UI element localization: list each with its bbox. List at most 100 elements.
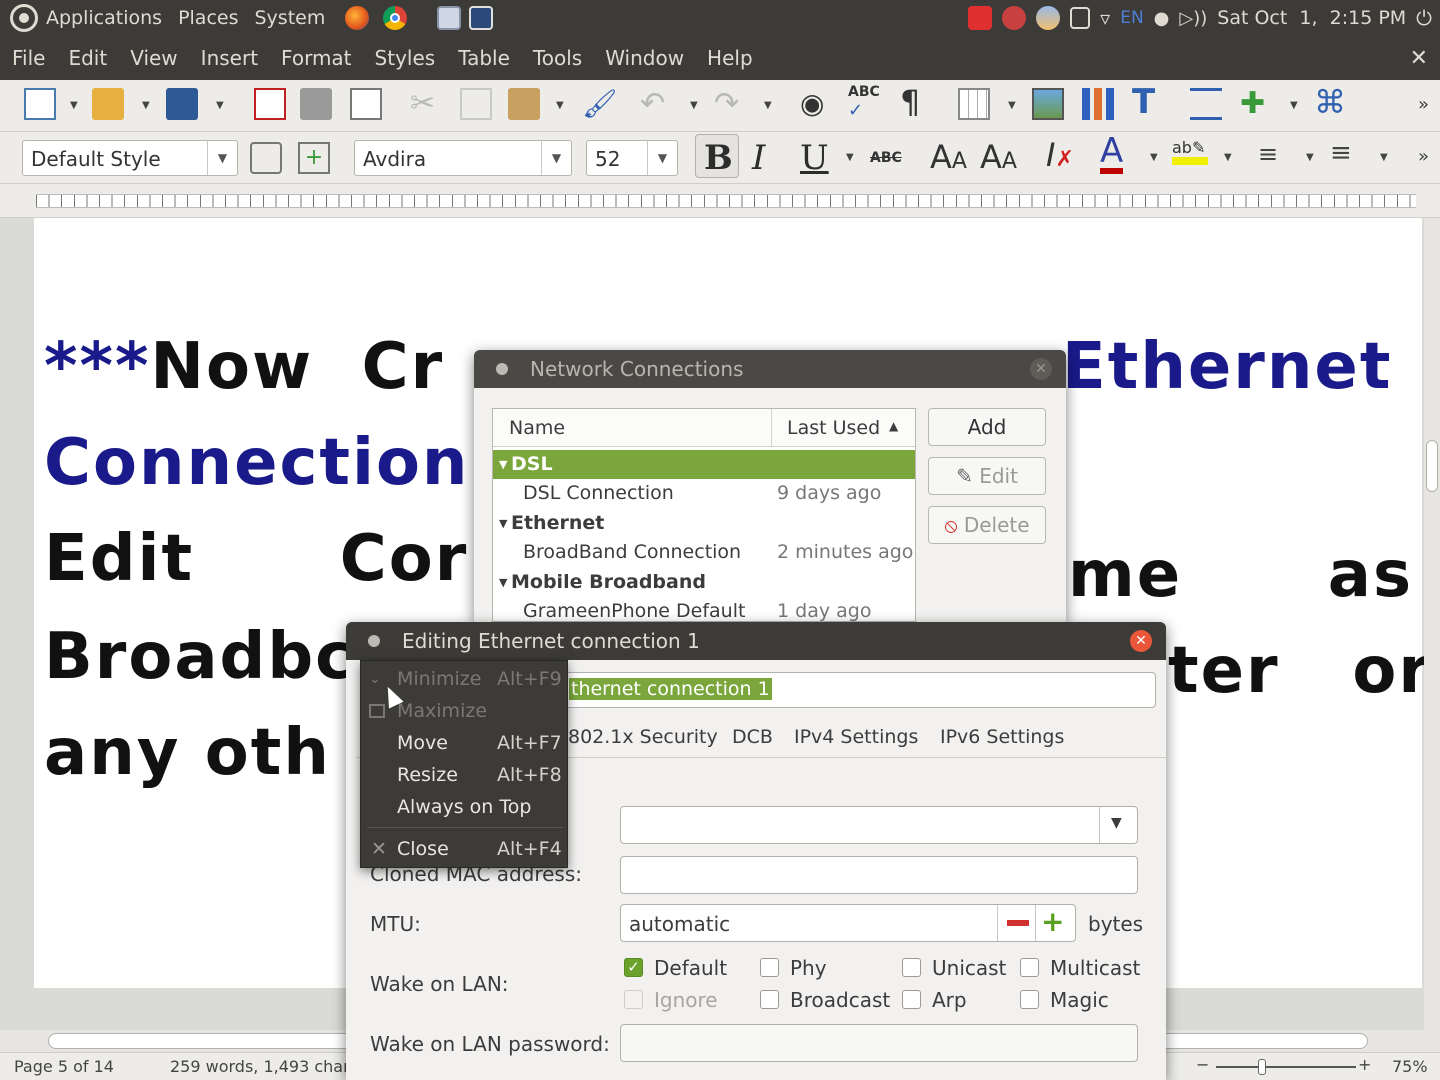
insert-table-icon[interactable] — [958, 88, 990, 120]
column-name[interactable]: Name — [509, 417, 565, 439]
open-folder-icon[interactable] — [92, 88, 124, 120]
clipboard-icon[interactable] — [1070, 7, 1091, 29]
new-style-icon[interactable]: + — [298, 142, 330, 174]
menu-item-move[interactable]: Move Alt+F7 — [361, 727, 569, 759]
mic-icon[interactable]: ● — [1154, 8, 1170, 29]
zoom-out-icon[interactable]: − — [1196, 1055, 1209, 1074]
zoom-slider[interactable] — [1216, 1066, 1356, 1068]
expander-icon[interactable]: ▼ — [499, 568, 507, 597]
add-button[interactable]: Add — [928, 408, 1046, 446]
highlight-dropdown-icon[interactable]: ▼ — [1224, 152, 1232, 163]
menu-window[interactable]: Window — [605, 46, 684, 70]
keyboard-layout[interactable]: EN — [1120, 8, 1143, 28]
new-dropdown-icon[interactable]: ▼ — [70, 100, 78, 111]
wol-unicast-checkbox[interactable] — [902, 958, 921, 977]
numbering-icon[interactable]: ≡ — [1330, 138, 1352, 168]
close-icon[interactable]: ✕ — [1030, 358, 1052, 380]
menu-help[interactable]: Help — [707, 46, 753, 70]
tab-ipv6-settings[interactable]: IPv6 Settings — [940, 726, 1064, 748]
window-menu-icon[interactable] — [368, 635, 380, 647]
font-name-combo[interactable]: Avdira ▼ — [354, 140, 572, 176]
redo-icon[interactable]: ↷ — [714, 88, 746, 120]
close-icon[interactable]: ✕ — [1130, 630, 1152, 652]
volume-icon[interactable]: ▷)) — [1179, 8, 1207, 29]
screenshot-icon[interactable] — [437, 6, 462, 30]
paste-icon[interactable] — [508, 88, 540, 120]
wifi-icon[interactable]: ▿ — [1100, 6, 1110, 30]
insert-image-icon[interactable] — [1032, 88, 1064, 120]
underline-icon[interactable]: U — [800, 138, 829, 178]
save-dropdown-icon[interactable]: ▼ — [216, 100, 224, 111]
increment-icon[interactable]: + — [1041, 905, 1064, 938]
page-break-icon[interactable] — [1190, 88, 1222, 120]
field-dropdown-icon[interactable]: ▼ — [1290, 100, 1298, 111]
update-style-icon[interactable] — [250, 142, 282, 174]
network-connections-titlebar[interactable]: Network Connections ✕ — [474, 350, 1066, 388]
connections-list[interactable]: Name Last Used ▲ ▼ DSL DSL Connection 9 … — [492, 408, 916, 622]
bullets-icon[interactable]: ≡ — [1258, 140, 1278, 168]
export-pdf-icon[interactable] — [254, 88, 286, 120]
list-item[interactable]: BroadBand Connection 2 minutes ago — [493, 538, 915, 567]
numbering-dropdown-icon[interactable]: ▼ — [1380, 152, 1388, 163]
expander-icon[interactable]: ▼ — [499, 509, 507, 538]
menu-edit[interactable]: Edit — [68, 46, 107, 70]
group-ethernet[interactable]: ▼ Ethernet — [493, 509, 915, 538]
vertical-scrollbar[interactable] — [1424, 218, 1440, 1030]
menu-view[interactable]: View — [130, 46, 177, 70]
clear-formatting-icon[interactable]: I✗ — [1046, 136, 1074, 174]
italic-icon[interactable]: I — [752, 138, 765, 178]
chrome-icon[interactable] — [383, 6, 408, 30]
new-document-icon[interactable] — [24, 88, 56, 120]
menu-table[interactable]: Table — [458, 46, 510, 70]
spelling-icon[interactable]: ABC ✓ — [848, 84, 880, 121]
bullets-dropdown-icon[interactable]: ▼ — [1306, 152, 1314, 163]
recorder-icon[interactable] — [469, 6, 494, 30]
undo-dropdown-icon[interactable]: ▼ — [690, 100, 698, 111]
formatting-marks-icon[interactable]: ¶ — [900, 86, 932, 118]
insert-field-icon[interactable]: ✚ — [1240, 88, 1272, 120]
copy-icon[interactable] — [460, 88, 492, 120]
applications-menu[interactable]: Applications — [46, 7, 162, 29]
zoom-slider-handle[interactable] — [1258, 1059, 1266, 1075]
menu-tools[interactable]: Tools — [533, 46, 582, 70]
undo-icon[interactable]: ↶ — [640, 88, 672, 120]
redo-dropdown-icon[interactable]: ▼ — [764, 100, 772, 111]
column-last-used[interactable]: Last Used — [787, 417, 880, 439]
tab-ipv4-settings[interactable]: IPv4 Settings — [794, 726, 918, 748]
record-stop-icon[interactable] — [968, 6, 993, 30]
underline-dropdown-icon[interactable]: ▼ — [846, 152, 854, 163]
wol-default-checkbox[interactable]: ✓ — [624, 958, 643, 977]
table-dropdown-icon[interactable]: ▼ — [1008, 100, 1016, 111]
app-indicator-icon[interactable] — [1002, 6, 1027, 30]
bold-icon[interactable]: B — [704, 138, 733, 178]
power-icon[interactable]: ⏻ — [1416, 6, 1432, 30]
chevron-down-icon[interactable]: ▼ — [207, 141, 237, 175]
font-size-combo[interactable]: 52 ▼ — [586, 140, 678, 176]
delete-button[interactable]: ⦸ Delete — [928, 506, 1046, 544]
group-mobile-broadband[interactable]: ▼ Mobile Broadband — [493, 568, 915, 597]
menu-format[interactable]: Format — [281, 46, 351, 70]
insert-chart-icon[interactable] — [1082, 88, 1114, 120]
wol-multicast-checkbox[interactable] — [1020, 958, 1039, 977]
menu-file[interactable]: File — [12, 46, 45, 70]
toolbar-overflow-icon[interactable]: » — [1418, 146, 1429, 167]
tab-8021x-security[interactable]: 802.1x Security — [568, 726, 718, 748]
open-dropdown-icon[interactable]: ▼ — [142, 100, 150, 111]
mtu-spinbutton[interactable]: automatic + — [620, 904, 1076, 942]
wol-password-input[interactable] — [620, 1024, 1138, 1062]
list-item[interactable]: DSL Connection 9 days ago — [493, 479, 915, 508]
menu-item-close[interactable]: ✕ Close Alt+F4 — [361, 833, 569, 865]
weather-icon[interactable] — [1036, 6, 1061, 30]
window-menu-icon[interactable] — [496, 363, 508, 375]
shrink-font-icon[interactable]: AA — [980, 138, 1017, 176]
wol-ignore-checkbox[interactable] — [624, 990, 643, 1009]
find-replace-icon[interactable]: ◉ — [800, 88, 832, 120]
vertical-scroll-thumb[interactable] — [1426, 440, 1438, 492]
edit-button[interactable]: ✎ Edit — [928, 457, 1046, 495]
print-preview-icon[interactable] — [350, 88, 382, 120]
list-item[interactable]: GrameenPhone Default 1 day ago — [493, 597, 915, 621]
page-indicator[interactable]: Page 5 of 14 — [14, 1057, 114, 1076]
tab-dcb[interactable]: DCB — [732, 726, 773, 748]
clock[interactable]: Sat Oct 1, 2:15 PM — [1217, 7, 1406, 29]
clone-formatting-icon[interactable]: 🖌 — [582, 88, 618, 120]
